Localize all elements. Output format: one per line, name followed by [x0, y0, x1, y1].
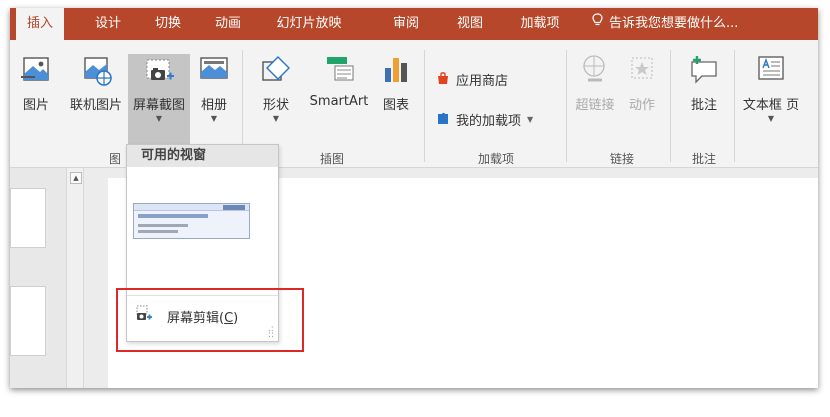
- shapes-button[interactable]: 形状 ▼: [254, 54, 298, 150]
- hyperlink-icon: [570, 54, 620, 90]
- chart-label: 图表: [382, 98, 409, 113]
- action-label: 动作: [628, 98, 655, 113]
- store-icon: [436, 71, 450, 89]
- tab-transitions[interactable]: 切换: [144, 8, 192, 40]
- textbox-button[interactable]: 文本框 页 ▼: [740, 54, 802, 150]
- tell-me-search[interactable]: 告诉我您想要做什么...: [592, 8, 738, 40]
- available-windows-header: 可用的视窗: [127, 145, 278, 167]
- tab-addins[interactable]: 加载项: [510, 8, 570, 40]
- photo-album-label: 相册: [200, 98, 227, 113]
- thumbnail-scrollbar[interactable]: ▲: [66, 168, 84, 388]
- ribbon-separator: [734, 50, 735, 162]
- ribbon-separator: [670, 50, 671, 162]
- pictures-button[interactable]: 图片: [16, 54, 56, 150]
- online-pictures-label: 联机图片: [69, 98, 122, 113]
- group-label-illustrations: 插图: [319, 152, 344, 166]
- textbox-extra-text: 页: [786, 98, 800, 113]
- shapes-label: 形状: [262, 98, 289, 113]
- online-pictures-icon: [64, 54, 128, 90]
- textbox-label: 文本框 页: [740, 94, 802, 113]
- chevron-down-icon: ▼: [527, 115, 534, 124]
- group-label-comments: 批注: [691, 152, 716, 166]
- hyperlink-button[interactable]: 超链接: [570, 54, 620, 150]
- tab-view[interactable]: 视图: [446, 8, 494, 40]
- my-addins-button[interactable]: 我的加载项 ▼: [436, 110, 533, 129]
- tab-insert[interactable]: 插入: [16, 8, 64, 40]
- pictures-icon: [16, 54, 56, 90]
- action-button[interactable]: 动作: [622, 54, 662, 150]
- tab-design[interactable]: 设计: [84, 8, 132, 40]
- screenshot-dropdown-arrow[interactable]: ▼: [128, 114, 190, 123]
- tab-slideshow[interactable]: 幻灯片放映: [266, 8, 352, 40]
- shapes-dropdown-arrow[interactable]: ▼: [254, 114, 298, 123]
- hyperlink-label: 超链接: [575, 98, 615, 113]
- smartart-icon: [304, 54, 374, 88]
- online-pictures-button[interactable]: 联机图片: [64, 54, 128, 150]
- store-label: 应用商店: [456, 74, 509, 89]
- photo-album-button[interactable]: 相册 ▼: [194, 54, 234, 150]
- screenshot-button[interactable]: 屏幕截图 ▼: [128, 54, 190, 154]
- photo-album-icon: [194, 54, 234, 88]
- comment-icon: [682, 54, 726, 90]
- comment-button[interactable]: 批注: [682, 54, 726, 150]
- textbox-text: 文本框: [742, 98, 782, 113]
- ribbon-separator: [566, 50, 567, 162]
- comment-label: 批注: [690, 98, 717, 113]
- scroll-up-arrow[interactable]: ▲: [70, 172, 82, 184]
- slide-thumbnail[interactable]: [10, 188, 46, 248]
- ribbon-tab-bar: 插入 设计 切换 动画 幻灯片放映 审阅 视图 加载项 告诉我您想要做什么...: [10, 8, 818, 40]
- chart-icon: [376, 54, 416, 88]
- window-thumbnail[interactable]: [133, 203, 250, 239]
- tab-animations[interactable]: 动画: [204, 8, 252, 40]
- addin-puzzle-icon: [436, 111, 450, 129]
- album-dropdown-arrow[interactable]: ▼: [194, 114, 234, 123]
- tell-me-text: 告诉我您想要做什么...: [609, 16, 739, 31]
- my-addins-label: 我的加载项: [456, 114, 522, 129]
- shapes-icon: [254, 54, 298, 90]
- group-label-links: 链接: [609, 152, 634, 166]
- group-label-addins: 加载项: [477, 152, 514, 166]
- screenshot-icon: [128, 54, 190, 92]
- tab-review[interactable]: 审阅: [382, 8, 430, 40]
- app-window: 插入 设计 切换 动画 幻灯片放映 审阅 视图 加载项 告诉我您想要做什么...…: [10, 8, 818, 388]
- highlight-box: [116, 288, 304, 352]
- star-action-icon: [622, 54, 662, 90]
- smartart-button[interactable]: SmartArt: [304, 54, 374, 150]
- smartart-label: SmartArt: [309, 94, 369, 109]
- slide-thumbnail[interactable]: [10, 286, 46, 356]
- textbox-dropdown-arrow[interactable]: ▼: [740, 114, 802, 123]
- textbox-icon: [740, 54, 802, 88]
- screenshot-label: 屏幕截图: [132, 98, 185, 113]
- lightbulb-icon: [592, 8, 603, 40]
- ribbon-separator: [424, 50, 425, 162]
- store-button[interactable]: 应用商店: [436, 70, 508, 89]
- chart-button[interactable]: 图表: [376, 54, 416, 150]
- pictures-label: 图片: [22, 98, 49, 113]
